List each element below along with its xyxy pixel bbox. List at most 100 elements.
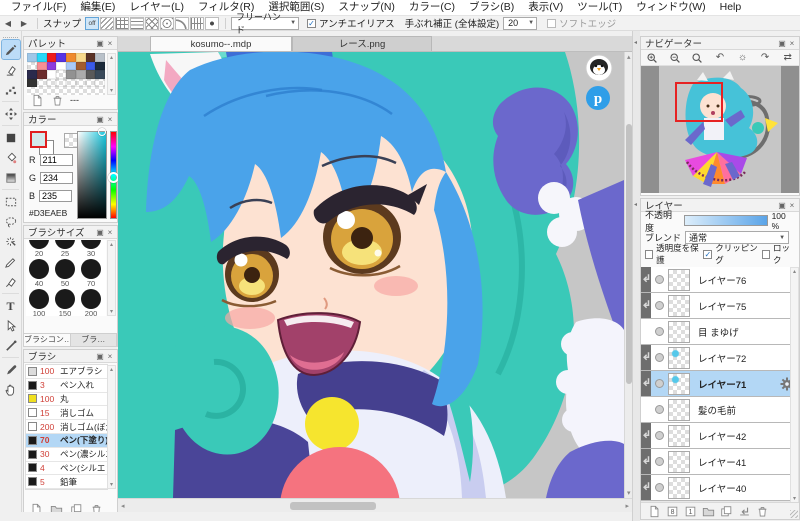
palette-swatch-11[interactable] [46, 61, 57, 70]
layer-row[interactable]: レイヤー71 [641, 371, 799, 397]
brush-item[interactable]: 15 消しゴム [26, 406, 107, 421]
layer-visibility-icon[interactable] [655, 379, 664, 388]
layer-trash-icon[interactable] [755, 504, 769, 518]
canvas-horizontal-scrollbar[interactable]: ◂ ▸ [118, 498, 632, 512]
palette-swatch-7[interactable] [85, 53, 96, 62]
palette-swatch-16[interactable] [95, 61, 105, 70]
window-resize-grip[interactable] [790, 510, 798, 518]
snap-parallel-button[interactable] [100, 16, 115, 30]
tool-dot-pen[interactable] [2, 80, 20, 99]
navigator-view-rectangle[interactable] [675, 82, 723, 122]
palette-scrollbar[interactable]: ▴ ▾ [107, 53, 116, 95]
layer-option-checkbox[interactable] [761, 249, 770, 259]
hue-slider[interactable] [108, 131, 119, 219]
close-panel-icon[interactable]: × [105, 352, 115, 361]
layer-row[interactable]: レイヤー41 [641, 449, 799, 475]
float-panel-icon[interactable]: ▣ [777, 201, 787, 210]
tool-move[interactable] [2, 104, 20, 123]
menu-item-1[interactable]: ファイル(F) [4, 0, 73, 15]
palette-swatch-4[interactable] [56, 53, 66, 62]
palette-swatch-20[interactable] [56, 70, 66, 79]
rotate-reset-button[interactable]: ☼ [735, 51, 751, 65]
palette-swatch-31[interactable] [85, 78, 96, 87]
brush-size-20[interactable]: 20 [26, 240, 52, 258]
palette-swatch-28[interactable] [56, 78, 66, 87]
layer-row[interactable]: レイヤー72 [641, 345, 799, 371]
rotate-right-button[interactable]: ↷ [757, 51, 773, 65]
layer-option-checkbox[interactable] [645, 249, 654, 259]
opacity-slider[interactable] [683, 215, 768, 226]
float-panel-icon[interactable]: ▣ [95, 115, 105, 124]
palette-swatch-1[interactable] [27, 53, 37, 62]
layer-transfer-icon[interactable] [737, 504, 751, 518]
palette-swatch-12[interactable] [56, 61, 66, 70]
freehand-dropdown[interactable]: フリーハンド ▼ [231, 12, 300, 35]
dock-collapse-icon[interactable]: ◂ [634, 201, 637, 208]
palette-swatch-9[interactable] [27, 61, 37, 70]
palette-swatch-29[interactable] [66, 78, 76, 87]
palette-swatch-2[interactable] [36, 53, 47, 62]
brush-size-70[interactable]: 70 [78, 258, 104, 288]
tool-fill[interactable] [2, 128, 20, 147]
tool-text[interactable]: T [2, 296, 20, 315]
palette-swatch-6[interactable] [75, 53, 86, 62]
palette-swatch-13[interactable] [66, 61, 76, 70]
sv-cursor[interactable] [98, 128, 106, 136]
brush-scrollbar[interactable]: ▴ ▾ [107, 365, 116, 489]
color-g-input[interactable] [40, 172, 74, 184]
palette-swatch-22[interactable] [75, 70, 86, 79]
nav-back-button[interactable]: ◀ [0, 17, 16, 30]
float-panel-icon[interactable]: ▣ [777, 39, 787, 48]
layer-option-checkbox[interactable]: ✓ [703, 249, 713, 259]
palette-swatch-18[interactable] [36, 70, 47, 79]
palette-swatch-19[interactable] [46, 70, 57, 79]
snap-horizontal-button[interactable] [130, 16, 145, 30]
layer-visibility-icon[interactable] [655, 301, 664, 310]
layer-row[interactable]: レイヤー42 [641, 423, 799, 449]
layer-row[interactable]: レイヤー75 [641, 293, 799, 319]
layer-add-1bit-icon[interactable]: 1 [683, 504, 697, 518]
rotate-left-button[interactable]: ↶ [712, 51, 728, 65]
snap-point-button[interactable] [205, 16, 220, 30]
brush-size-25[interactable]: 25 [52, 240, 78, 258]
tool-pen[interactable] [0, 39, 21, 60]
navigator-thumbnail[interactable] [641, 66, 799, 193]
tool-magic-wand[interactable] [2, 232, 20, 251]
zoom-out-button[interactable] [667, 51, 683, 65]
brush-item[interactable]: 3 ペン入れ [26, 379, 107, 393]
brush-item[interactable]: 70 ペン(下塗り) [26, 433, 107, 448]
scroll-up-icon[interactable]: ▴ [627, 53, 631, 61]
nav-forward-button[interactable]: ▶ [16, 17, 32, 30]
color-r-input[interactable] [39, 154, 73, 166]
palette-swatch-3[interactable] [46, 53, 57, 62]
tool-select-rect[interactable] [2, 192, 20, 211]
canvas-viewport[interactable]: p [118, 52, 624, 498]
palette-swatch-27[interactable] [46, 78, 57, 87]
tool-eraser[interactable] [2, 60, 20, 79]
palette-trash-icon[interactable] [50, 93, 64, 107]
brush-size-tab-1[interactable]: ブラシコン… [24, 334, 71, 346]
layer-row[interactable]: レイヤー76 [641, 267, 799, 293]
float-panel-icon[interactable]: ▣ [95, 352, 105, 361]
palette-swatch-24[interactable] [95, 70, 105, 79]
close-panel-icon[interactable]: × [105, 228, 115, 237]
toolbar-grip[interactable] [3, 32, 18, 38]
palette-swatch-10[interactable] [36, 61, 47, 70]
brush-size-scrollbar[interactable]: ▴ ▾ [107, 240, 116, 316]
float-panel-icon[interactable]: ▣ [95, 39, 105, 48]
tool-lasso[interactable] [2, 212, 20, 231]
menu-item-9[interactable]: 表示(V) [521, 0, 570, 15]
color-b-input[interactable] [39, 190, 73, 202]
brush-item[interactable]: 30 ペン(濃シルエ [26, 448, 107, 462]
menu-item-12[interactable]: Help [713, 0, 749, 15]
menu-item-6[interactable]: スナップ(N) [331, 0, 402, 15]
horizontal-scroll-thumb[interactable] [290, 502, 376, 510]
layer-add-8bit-icon[interactable]: 8 [665, 504, 679, 518]
brush-item[interactable]: 5 鉛筆 [26, 475, 107, 490]
layer-row[interactable]: 髪の毛前 [641, 397, 799, 423]
close-panel-icon[interactable]: × [787, 201, 797, 210]
palette-swatch-14[interactable] [75, 61, 86, 70]
brush-size-200[interactable]: 200 [78, 288, 104, 316]
snap-off-button[interactable]: off [85, 16, 100, 30]
menu-item-10[interactable]: ツール(T) [570, 0, 629, 15]
